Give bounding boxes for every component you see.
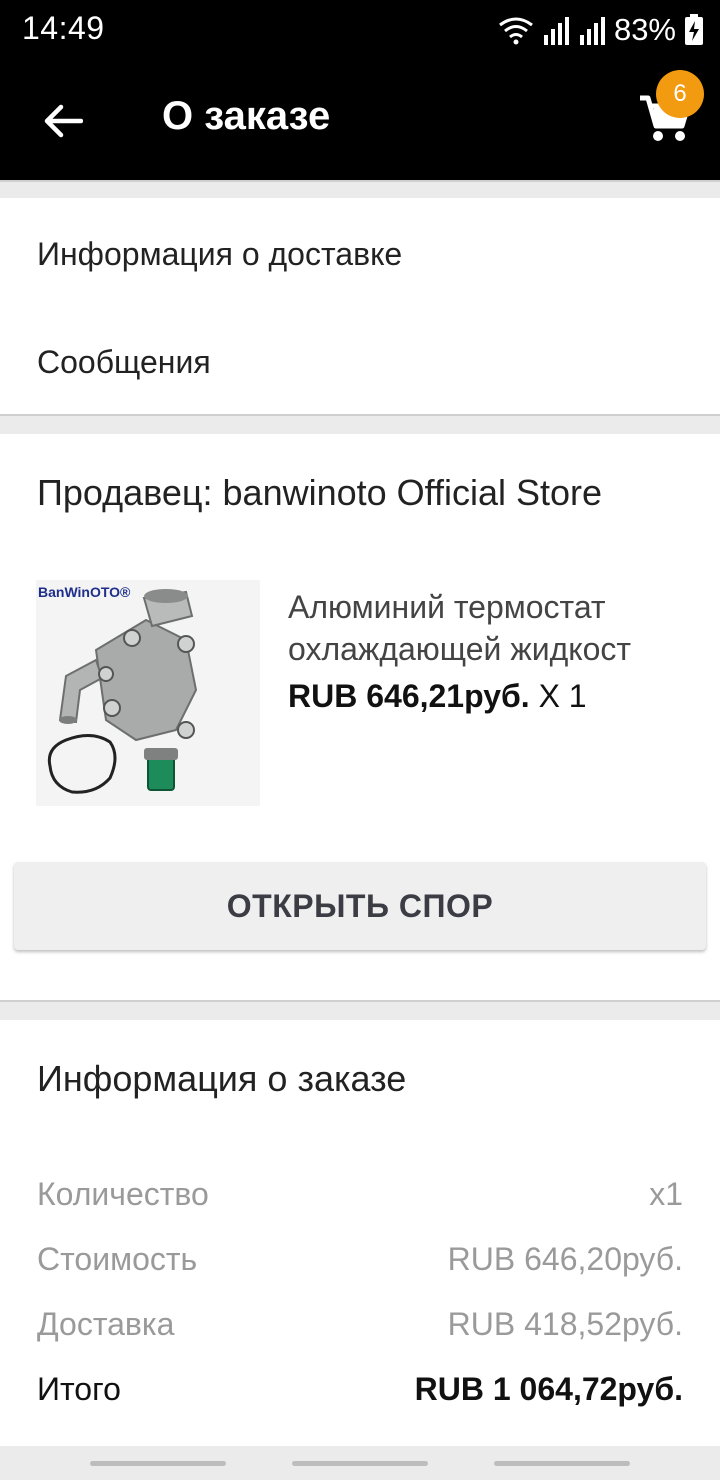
order-row-value: RUB 418,52руб.: [447, 1305, 683, 1342]
signal-icon: [579, 17, 605, 45]
order-row-label: Количество: [37, 1175, 209, 1212]
order-row-shipping: Доставка RUB 418,52руб.: [37, 1304, 683, 1344]
messages-link[interactable]: Сообщения: [37, 344, 211, 381]
product-title-line: Алюминий термостат: [288, 589, 606, 625]
app-bar: О заказе 6: [0, 60, 720, 180]
order-info-title: Информация о заказе: [37, 1058, 407, 1099]
order-row-cost: Стоимость RUB 646,20руб.: [37, 1239, 683, 1279]
divider: [0, 1000, 720, 1002]
delivery-info-link[interactable]: Информация о доставке: [37, 236, 402, 273]
product-quantity: X 1: [538, 678, 587, 714]
order-row-value: RUB 1 064,72руб.: [414, 1370, 683, 1407]
order-row-value: x1: [649, 1175, 683, 1212]
battery-charging-icon: [685, 14, 703, 45]
wifi-icon: [499, 17, 533, 45]
product-title-line: охлаждающей жидкост: [288, 631, 632, 667]
status-time: 14:49: [22, 10, 105, 46]
back-button[interactable]: [38, 96, 88, 146]
product-price-row: RUB 646,21руб. X 1: [288, 678, 587, 715]
thermostat-image: [47, 589, 198, 794]
nav-back-handle[interactable]: [494, 1461, 630, 1466]
page-title: О заказе: [162, 94, 331, 138]
nav-home-handle[interactable]: [292, 1461, 428, 1466]
order-row-total: Итого RUB 1 064,72руб.: [37, 1369, 683, 1409]
battery-percent: 83%: [613, 12, 676, 47]
order-info-card: Информация о заказе Количество x1 Стоимо…: [0, 1020, 720, 1446]
order-row-label: Итого: [37, 1370, 121, 1407]
arrow-left-icon: [44, 104, 83, 138]
nav-recents-handle[interactable]: [90, 1461, 226, 1466]
divider: [0, 180, 720, 182]
signal-icon: [543, 17, 569, 45]
product-image-brand: BanWinOTO®: [38, 584, 131, 600]
seller-card: Продавец: banwinoto Official Store BanWi…: [0, 434, 720, 1000]
order-row-label: Доставка: [37, 1305, 175, 1342]
order-row-value: RUB 646,20руб.: [447, 1240, 683, 1277]
order-links-card: Информация о доставке Сообщения: [0, 198, 720, 414]
status-icons: 83%: [498, 12, 704, 48]
gesture-nav-bar: [0, 1446, 720, 1480]
open-dispute-button[interactable]: ОТКРЫТЬ СПОР: [14, 862, 706, 950]
order-row-label: Стоимость: [37, 1240, 198, 1277]
cart-count-badge: 6: [656, 70, 704, 118]
seller-name[interactable]: Продавец: banwinoto Official Store: [37, 472, 602, 514]
product-image[interactable]: BanWinOTO®: [36, 580, 260, 806]
status-bar: 14:49 83%: [0, 0, 720, 60]
divider: [0, 414, 720, 416]
order-row-quantity: Количество x1: [37, 1174, 683, 1214]
product-price: RUB 646,21руб.: [288, 678, 530, 714]
product-title[interactable]: Алюминий термостат охлаждающей жидкост: [288, 586, 688, 670]
